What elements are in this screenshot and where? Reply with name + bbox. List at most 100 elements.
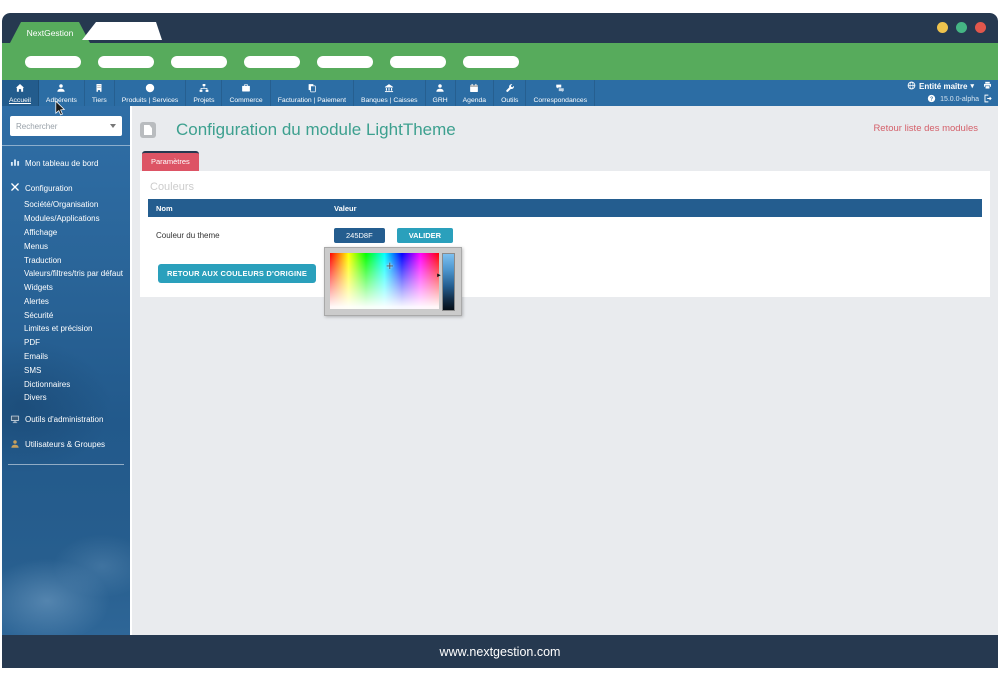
nav-item-label: Facturation | Paiement	[277, 96, 346, 104]
svg-text:?: ?	[930, 96, 933, 102]
wrench-icon	[505, 83, 515, 95]
app-window: NextGestion Accueil Adhérents Tiers Prod…	[2, 13, 998, 668]
nav-item-label: Adhérents	[45, 96, 77, 104]
nav-item-agenda[interactable]: Agenda	[456, 80, 495, 106]
nav-item-outils[interactable]: Outils	[494, 80, 527, 106]
sidebar-item-outils-administration[interactable]: Outils d'administration	[2, 410, 130, 430]
sidebar-item-securite[interactable]: Sécurité	[2, 308, 130, 322]
calendar-icon	[469, 83, 479, 95]
menu-pill	[390, 55, 446, 68]
billing-icon	[307, 83, 317, 95]
content-row: Rechercher Mon tableau de bord Configura…	[2, 106, 998, 635]
nav-item-label: Accueil	[9, 96, 31, 104]
logout-icon[interactable]	[983, 94, 992, 105]
version-label: 15.0.0-alpha	[940, 96, 979, 103]
sidebar-item-utilisateurs-groupes[interactable]: Utilisateurs & Groupes	[2, 435, 130, 455]
sidebar-item-emails[interactable]: Emails	[2, 350, 130, 364]
nav-item-label: Projets	[193, 96, 215, 104]
nav-item-label: Correspondances	[533, 96, 588, 104]
navbar-right: Entité maître ▾ ? 15.0.0-alpha	[907, 80, 992, 106]
nav-item-projets[interactable]: Projets	[186, 80, 223, 106]
sidebar-item-label: Mon tableau de bord	[25, 158, 99, 168]
sidebar: Rechercher Mon tableau de bord Configura…	[2, 106, 130, 635]
dropdown-caret-icon	[110, 124, 116, 128]
sidebar-item-divers[interactable]: Divers	[2, 391, 130, 405]
sidebar-item-societe-organisation[interactable]: Société/Organisation	[2, 198, 130, 212]
brightness-slider[interactable]	[442, 253, 455, 311]
picker-crosshair-icon[interactable]: +	[386, 259, 394, 272]
reset-colors-button[interactable]: RETOUR AUX COULEURS D'ORIGINE	[158, 264, 317, 283]
nav-item-commerce[interactable]: Commerce	[222, 80, 271, 106]
menu-pill	[463, 55, 519, 68]
browser-tab-active[interactable]: NextGestion	[10, 22, 90, 43]
toolbar-placeholder-bar	[2, 43, 998, 80]
bar-chart-icon	[10, 157, 20, 169]
window-controls	[937, 22, 986, 33]
color-value-input[interactable]: 245D8F	[334, 228, 385, 243]
projects-icon	[199, 83, 209, 95]
nav-item-facturation-paiement[interactable]: Facturation | Paiement	[271, 80, 354, 106]
sidebar-item-dashboard[interactable]: Mon tableau de bord	[2, 153, 130, 173]
sidebar-item-limites-precision[interactable]: Limites et précision	[2, 322, 130, 336]
sidebar-item-sms[interactable]: SMS	[2, 363, 130, 377]
browser-tab-blank[interactable]	[82, 22, 162, 40]
main-content: Configuration du module LightTheme Retou…	[130, 106, 998, 635]
search-input[interactable]: Rechercher	[10, 116, 122, 136]
color-picker-popup: + ►	[324, 247, 462, 316]
globe-icon	[907, 81, 916, 92]
bank-icon	[384, 83, 394, 95]
slider-marker-icon[interactable]: ►	[436, 273, 442, 279]
users-icon	[10, 439, 20, 451]
sidebar-item-widgets[interactable]: Widgets	[2, 281, 130, 295]
nav-item-tiers[interactable]: Tiers	[85, 80, 115, 106]
back-to-modules-link[interactable]: Retour liste des modules	[873, 123, 978, 134]
minimize-button[interactable]	[937, 22, 948, 33]
navbar-meta: ? 15.0.0-alpha	[927, 94, 992, 105]
sidebar-item-label: Outils d'administration	[25, 415, 104, 425]
home-icon	[15, 83, 25, 95]
menu-pill	[171, 55, 227, 68]
third-parties-icon	[94, 83, 104, 95]
sidebar-item-alertes[interactable]: Alertes	[2, 294, 130, 308]
nav-item-accueil[interactable]: Accueil	[2, 80, 39, 106]
menu-pill	[317, 55, 373, 68]
maximize-button[interactable]	[956, 22, 967, 33]
nav-item-correspondances[interactable]: Correspondances	[526, 80, 596, 106]
nav-item-produits-services[interactable]: Produits | Services	[115, 80, 187, 106]
nav-item-label: Commerce	[229, 96, 263, 104]
nav-item-label: Banques | Caisses	[360, 96, 418, 104]
help-icon[interactable]: ?	[927, 94, 936, 105]
page-header: Configuration du module LightTheme Retou…	[132, 106, 998, 140]
entity-selector[interactable]: Entité maître ▾	[907, 81, 992, 92]
sidebar-item-menus[interactable]: Menus	[2, 239, 130, 253]
sidebar-item-pdf[interactable]: PDF	[2, 336, 130, 350]
hr-icon	[435, 83, 445, 95]
sidebar-item-dictionnaires[interactable]: Dictionnaires	[2, 377, 130, 391]
table-header: Nom Valeur	[148, 199, 982, 217]
tools-icon	[10, 182, 20, 194]
sidebar-item-modules-applications[interactable]: Modules/Applications	[2, 212, 130, 226]
sidebar-item-affichage[interactable]: Affichage	[2, 226, 130, 240]
printer-icon[interactable]	[983, 81, 992, 92]
nav-item-label: Tiers	[91, 96, 107, 104]
nav-item-banques-caisses[interactable]: Banques | Caisses	[354, 80, 426, 106]
entity-label: Entité maître	[919, 82, 968, 91]
footer-url: www.nextgestion.com	[439, 644, 561, 659]
validate-button[interactable]: VALIDER	[396, 228, 454, 243]
nav-item-label: Agenda	[462, 96, 487, 104]
browser-titlebar: NextGestion	[2, 13, 998, 43]
terminal-icon	[10, 414, 20, 426]
close-button[interactable]	[975, 22, 986, 33]
sidebar-item-traduction[interactable]: Traduction	[2, 253, 130, 267]
nav-item-adherents[interactable]: Adhérents	[39, 80, 85, 106]
tab-parametres[interactable]: Paramètres	[142, 151, 199, 171]
saturation-hue-gradient[interactable]: +	[330, 253, 439, 309]
top-navbar: Accueil Adhérents Tiers Produits | Servi…	[2, 80, 998, 106]
section-title: Couleurs	[150, 181, 195, 193]
nav-item-grh[interactable]: GRH	[426, 80, 456, 106]
menu-pill	[244, 55, 300, 68]
table-row: Couleur du theme 245D8F VALIDER	[148, 228, 982, 243]
nav-item-label: GRH	[432, 96, 448, 104]
sidebar-item-valeurs-filtres[interactable]: Valeurs/filtres/tris par défaut	[2, 267, 130, 281]
sidebar-item-configuration[interactable]: Configuration	[2, 178, 130, 198]
